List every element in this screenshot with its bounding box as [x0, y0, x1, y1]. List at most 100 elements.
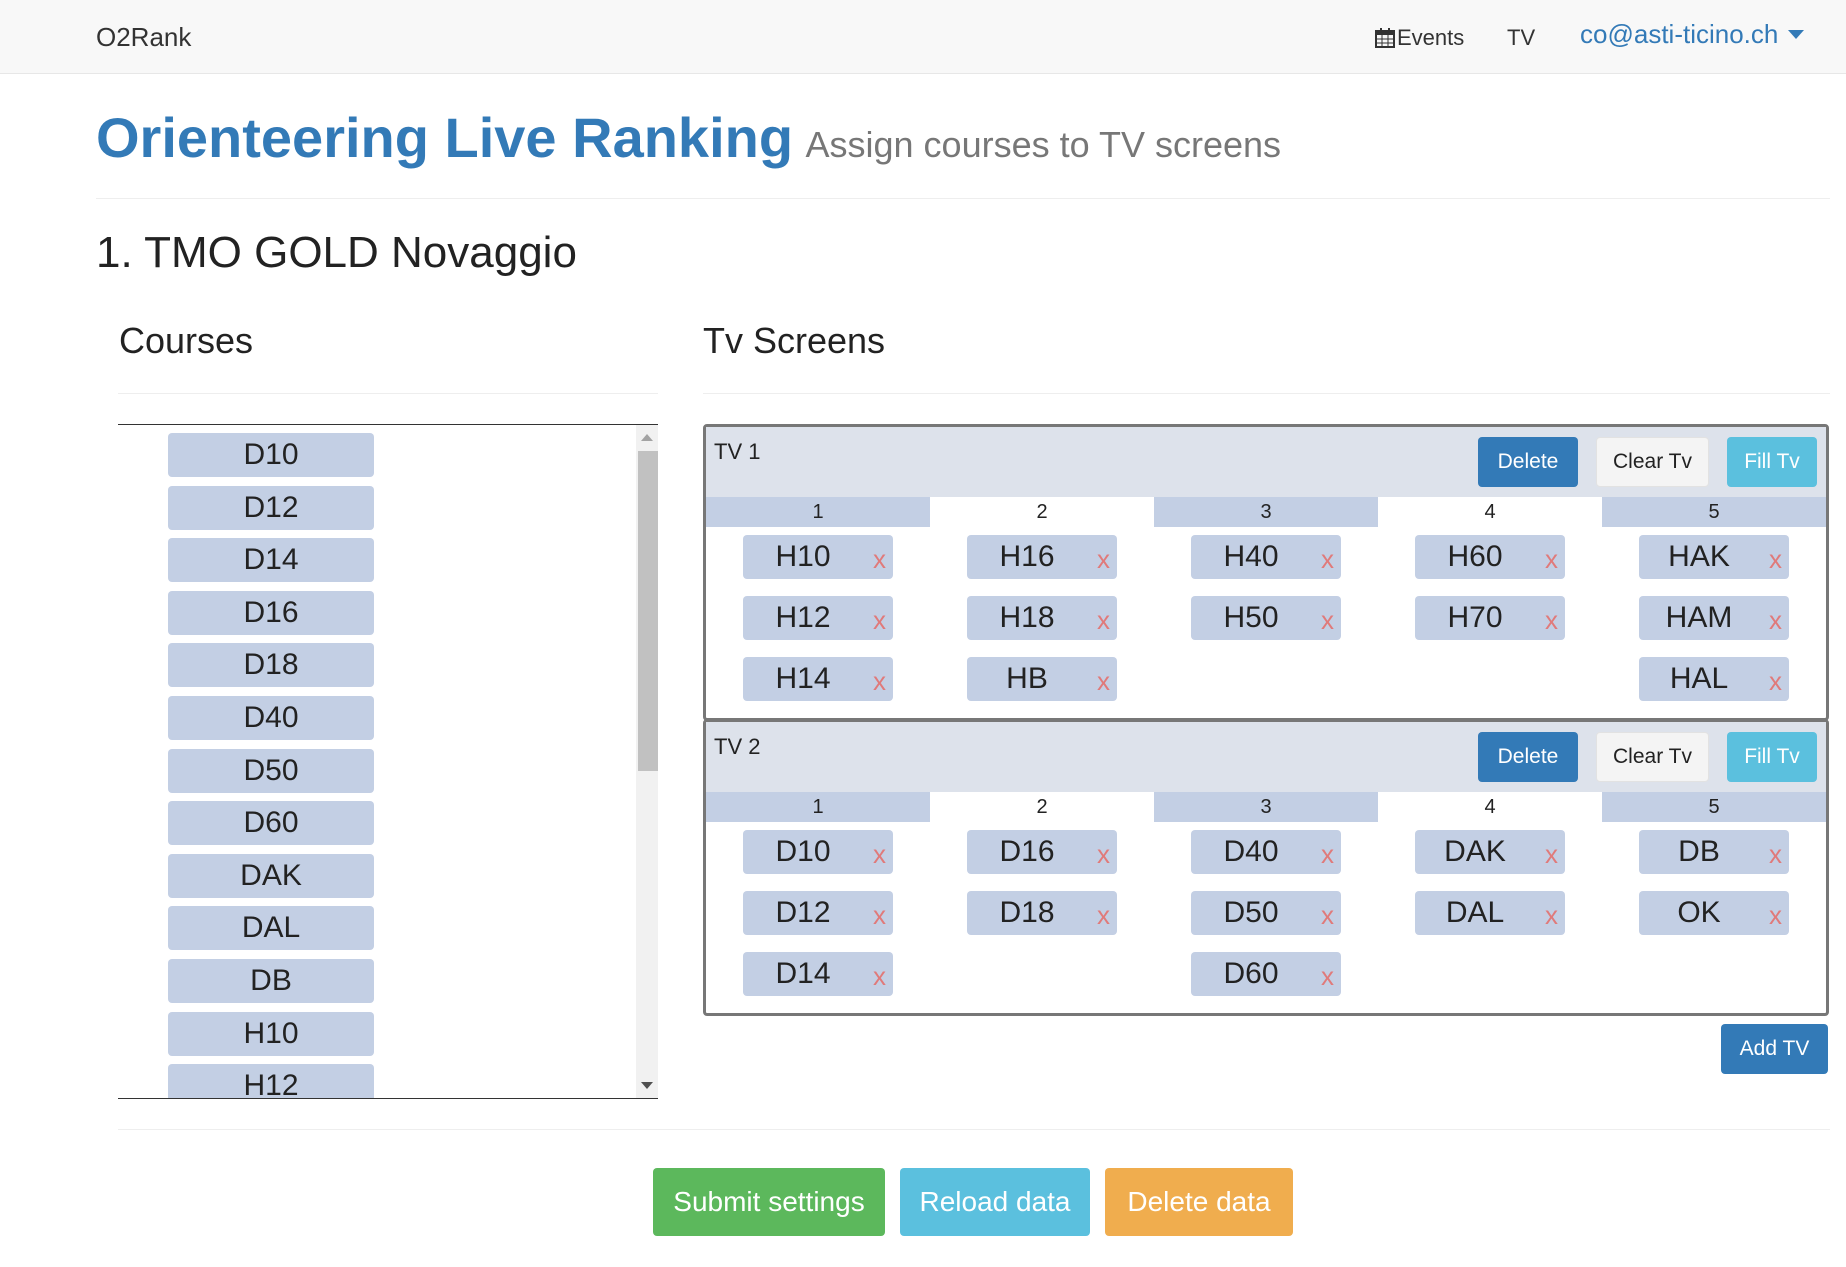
courses-scrollbar[interactable]	[636, 425, 658, 1098]
course-label: OK	[1677, 896, 1721, 929]
remove-course-icon[interactable]: x	[1769, 900, 1782, 931]
course-chip[interactable]: DAL	[168, 906, 374, 951]
tv-column-dropzone[interactable]: DB x OK x	[1602, 830, 1826, 1013]
courses-list[interactable]: D10 D12 D14 D16 D18 D40 D50 D60 DAK DAL DB H10 H12	[118, 424, 658, 1099]
remove-course-icon[interactable]: x	[873, 666, 886, 697]
tv-column-dropzone[interactable]: D16 x D18 x	[930, 830, 1154, 1013]
remove-course-icon[interactable]: x	[873, 605, 886, 636]
course-label: H10	[775, 540, 831, 573]
tv-column-dropzone[interactable]: H10 x H12 x H14 x	[706, 535, 930, 718]
delete-tv-button[interactable]: Delete	[1478, 437, 1578, 487]
remove-course-icon[interactable]: x	[1097, 900, 1110, 931]
remove-course-icon[interactable]: x	[1545, 605, 1558, 636]
tv-column-dropzone[interactable]: D40 x D50 x D60 x	[1154, 830, 1378, 1013]
remove-course-icon[interactable]: x	[1769, 839, 1782, 870]
assigned-course-chip[interactable]: D60 x	[1191, 952, 1341, 996]
course-label: H14	[775, 662, 831, 695]
assigned-course-chip[interactable]: D18 x	[967, 891, 1117, 935]
course-chip[interactable]: D40	[168, 695, 374, 740]
user-menu-dropdown[interactable]: co@asti-ticino.ch	[1580, 19, 1805, 50]
assigned-course-chip[interactable]: HB x	[967, 657, 1117, 701]
remove-course-icon[interactable]: x	[1097, 839, 1110, 870]
fill-tv-button[interactable]: Fill Tv	[1727, 732, 1817, 782]
assigned-course-chip[interactable]: H70 x	[1415, 596, 1565, 640]
assigned-course-chip[interactable]: H40 x	[1191, 535, 1341, 579]
course-chip[interactable]: D60	[168, 801, 374, 846]
assigned-course-chip[interactable]: H16 x	[967, 535, 1117, 579]
tv-column-number: 2	[1036, 796, 1048, 818]
course-chip[interactable]: D10	[168, 433, 374, 477]
remove-course-icon[interactable]: x	[1545, 839, 1558, 870]
clear-tv-button[interactable]: Clear Tv	[1596, 732, 1709, 782]
nav-events-link[interactable]: Events	[1375, 25, 1464, 51]
assigned-course-chip[interactable]: D50 x	[1191, 891, 1341, 935]
scroll-down-arrow-icon[interactable]	[641, 1082, 653, 1089]
tv-column-dropzone[interactable]: H16 x H18 x HB x	[930, 535, 1154, 718]
course-chip[interactable]: D18	[168, 643, 374, 688]
remove-course-icon[interactable]: x	[1321, 839, 1334, 870]
assigned-course-chip[interactable]: HAK x	[1639, 535, 1789, 579]
remove-course-icon[interactable]: x	[873, 900, 886, 931]
remove-course-icon[interactable]: x	[1545, 900, 1558, 931]
delete-tv-button[interactable]: Delete	[1478, 732, 1578, 782]
remove-course-icon[interactable]: x	[1097, 605, 1110, 636]
tv-column-dropzone[interactable]: H60 x H70 x	[1378, 535, 1602, 718]
assigned-course-chip[interactable]: D10 x	[743, 830, 893, 874]
remove-course-icon[interactable]: x	[873, 961, 886, 992]
course-chip[interactable]: H10	[168, 1011, 374, 1056]
tv-column-number: 1	[706, 792, 930, 822]
assigned-course-chip[interactable]: D14 x	[743, 952, 893, 996]
remove-course-icon[interactable]: x	[1545, 544, 1558, 575]
tv-panel-header: TV 1 Delete Clear Tv Fill Tv	[706, 427, 1826, 497]
assigned-course-chip[interactable]: DAL x	[1415, 891, 1565, 935]
assigned-course-chip[interactable]: DAK x	[1415, 830, 1565, 874]
reload-data-button[interactable]: Reload data	[900, 1168, 1090, 1236]
assigned-course-chip[interactable]: DB x	[1639, 830, 1789, 874]
scroll-thumb[interactable]	[638, 451, 658, 771]
tv-column-dropzone[interactable]: H40 x H50 x	[1154, 535, 1378, 718]
remove-course-icon[interactable]: x	[1769, 666, 1782, 697]
remove-course-icon[interactable]: x	[873, 544, 886, 575]
add-tv-button[interactable]: Add TV	[1721, 1024, 1828, 1074]
assigned-course-chip[interactable]: D16 x	[967, 830, 1117, 874]
fill-tv-button[interactable]: Fill Tv	[1727, 437, 1817, 487]
assigned-course-chip[interactable]: OK x	[1639, 891, 1789, 935]
remove-course-icon[interactable]: x	[1321, 544, 1334, 575]
assigned-course-chip[interactable]: H50 x	[1191, 596, 1341, 640]
course-chip[interactable]: DAK	[168, 853, 374, 898]
remove-course-icon[interactable]: x	[1321, 605, 1334, 636]
tv-column-dropzone[interactable]: DAK x DAL x	[1378, 830, 1602, 1013]
assigned-course-chip[interactable]: D12 x	[743, 891, 893, 935]
nav-tv-link[interactable]: TV	[1507, 25, 1535, 51]
tv-column-header-row: 1 2 3 4 5	[706, 497, 1826, 527]
remove-course-icon[interactable]: x	[1321, 900, 1334, 931]
course-chip[interactable]: DB	[168, 958, 374, 1003]
assigned-course-chip[interactable]: H10 x	[743, 535, 893, 579]
assigned-course-chip[interactable]: HAL x	[1639, 657, 1789, 701]
remove-course-icon[interactable]: x	[1769, 544, 1782, 575]
course-chip[interactable]: D12	[168, 485, 374, 530]
remove-course-icon[interactable]: x	[1769, 605, 1782, 636]
remove-course-icon[interactable]: x	[873, 839, 886, 870]
assigned-course-chip[interactable]: H12 x	[743, 596, 893, 640]
delete-data-button[interactable]: Delete data	[1105, 1168, 1293, 1236]
course-chip[interactable]: H12	[168, 1064, 374, 1098]
assigned-course-chip[interactable]: H18 x	[967, 596, 1117, 640]
remove-course-icon[interactable]: x	[1097, 544, 1110, 575]
assigned-course-chip[interactable]: H14 x	[743, 657, 893, 701]
course-chip[interactable]: D16	[168, 590, 374, 635]
assigned-course-chip[interactable]: D40 x	[1191, 830, 1341, 874]
tv-column-dropzone[interactable]: HAK x HAM x HAL x	[1602, 535, 1826, 718]
submit-settings-button[interactable]: Submit settings	[653, 1168, 885, 1236]
tv-column-number: 5	[1602, 497, 1826, 527]
assigned-course-chip[interactable]: H60 x	[1415, 535, 1565, 579]
course-chip[interactable]: D50	[168, 748, 374, 793]
remove-course-icon[interactable]: x	[1097, 666, 1110, 697]
scroll-up-arrow-icon[interactable]	[641, 434, 653, 441]
brand-link[interactable]: O2Rank	[96, 22, 191, 53]
tv-column-dropzone[interactable]: D10 x D12 x D14 x	[706, 830, 930, 1013]
clear-tv-button[interactable]: Clear Tv	[1596, 437, 1709, 487]
course-chip[interactable]: D14	[168, 538, 374, 583]
assigned-course-chip[interactable]: HAM x	[1639, 596, 1789, 640]
remove-course-icon[interactable]: x	[1321, 961, 1334, 992]
